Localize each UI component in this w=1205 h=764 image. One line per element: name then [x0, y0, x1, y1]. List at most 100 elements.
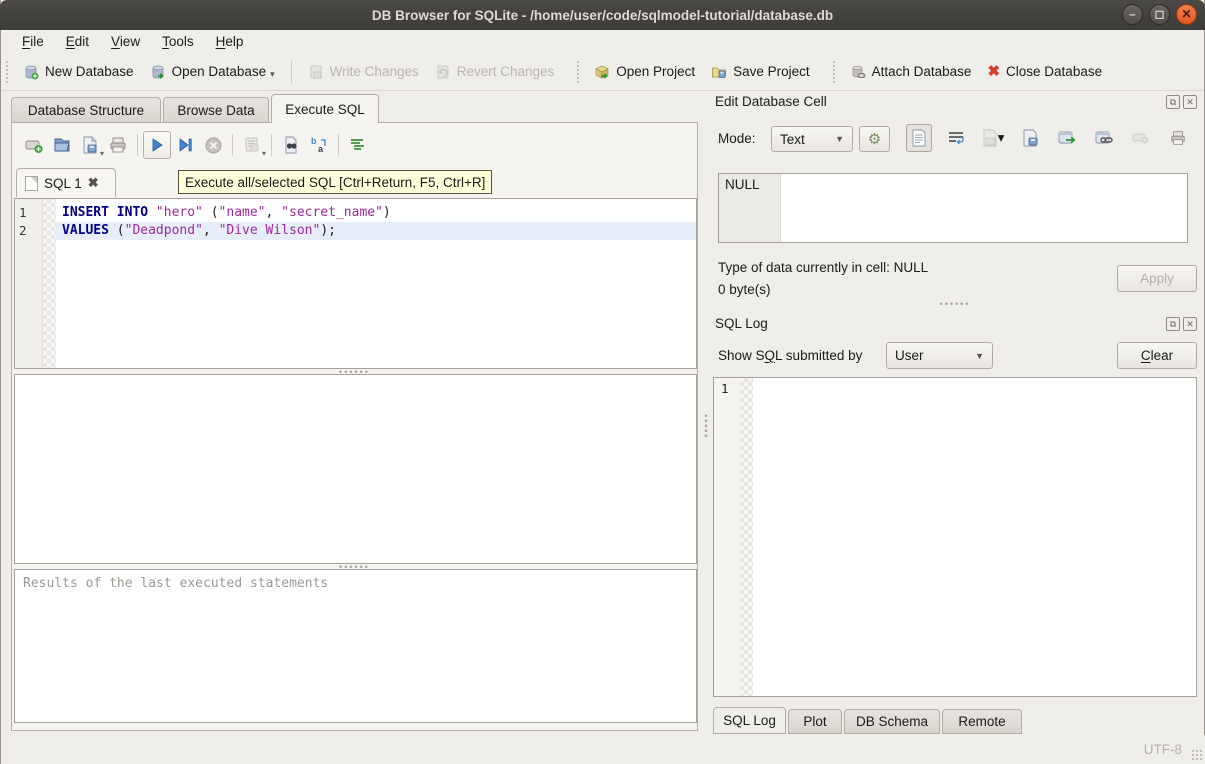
log-filter-select[interactable]: User ▼	[886, 342, 993, 369]
encoding-indicator[interactable]: UTF-8	[1144, 742, 1182, 757]
sql-document-tab[interactable]: SQL 1 ✖	[16, 168, 116, 197]
tab-browse-data[interactable]: Browse Data	[163, 97, 269, 122]
menu-file[interactable]: File	[11, 32, 55, 52]
open-database-button[interactable]: Open Database ▾	[142, 59, 283, 85]
titlebar[interactable]: DB Browser for SQLite - /home/user/code/…	[0, 0, 1205, 30]
chevron-down-icon: ▼	[835, 134, 844, 144]
splitter-handle[interactable]: ••••••	[713, 301, 1197, 306]
results-grid-pane[interactable]	[14, 374, 697, 564]
stop-button[interactable]	[199, 131, 227, 159]
sql-editor[interactable]: 12 INSERT INTO "hero" ("name", "secret_n…	[14, 198, 697, 369]
minimize-icon[interactable]: –	[1122, 4, 1143, 25]
svg-text:b: b	[311, 136, 317, 146]
toolbar-separator	[271, 134, 272, 156]
code-line[interactable]: INSERT INTO "hero" ("name", "secret_name…	[56, 204, 696, 222]
attach-database-button[interactable]: Attach Database	[842, 59, 980, 85]
sql-tab-label: SQL 1	[44, 176, 82, 191]
toolbar-grip[interactable]	[832, 60, 837, 84]
bottom-tab-plot[interactable]: Plot	[788, 709, 842, 734]
tab-label: Execute SQL	[285, 102, 365, 117]
write-changes-button[interactable]: Write Changes	[300, 59, 427, 85]
results-output-pane[interactable]: Results of the last executed statements	[14, 569, 697, 723]
menu-edit[interactable]: Edit	[55, 32, 100, 52]
write-changes-icon	[308, 64, 324, 80]
bottom-tab-db-schema[interactable]: DB Schema	[844, 709, 940, 734]
toolbar-separator	[232, 134, 233, 156]
database-open-icon	[150, 64, 166, 80]
maximize-icon[interactable]: ◻	[1149, 4, 1170, 25]
execute-current-line-button[interactable]	[171, 131, 199, 159]
print-button[interactable]	[104, 131, 132, 159]
menu-help[interactable]: Help	[205, 32, 255, 52]
cell-null-indicator: NULL	[719, 174, 781, 242]
save-project-label: Save Project	[733, 64, 810, 79]
menu-view[interactable]: View	[100, 32, 151, 52]
mode-select[interactable]: Text ▼	[771, 126, 853, 152]
line-number: 2	[15, 222, 42, 240]
document-icon	[25, 176, 38, 191]
bottom-tab-remote[interactable]: Remote	[942, 709, 1022, 734]
clear-label: Clear	[1141, 348, 1173, 363]
resize-grip[interactable]	[1191, 749, 1203, 761]
save-sql-file-button[interactable]: ▾	[76, 131, 104, 159]
apply-button[interactable]: Apply	[1117, 265, 1197, 292]
save-results-button[interactable]: ▾	[238, 131, 266, 159]
copy-url-button[interactable]	[1091, 124, 1117, 152]
open-project-button[interactable]: Open Project	[586, 59, 703, 85]
clear-log-button[interactable]: Clear	[1117, 342, 1197, 369]
tab-execute-sql[interactable]: Execute SQL	[271, 94, 379, 123]
save-project-icon	[711, 64, 727, 80]
save-project-button[interactable]: Save Project	[703, 59, 818, 85]
open-sql-file-button[interactable]	[48, 131, 76, 159]
revert-changes-button[interactable]: Revert Changes	[427, 59, 563, 85]
format-sql-button[interactable]	[344, 131, 372, 159]
auto-switch-mode-button[interactable]: ⚙	[859, 126, 890, 152]
toolbar-grip[interactable]	[5, 60, 10, 84]
execute-sql-button[interactable]	[143, 131, 171, 159]
cell-value-editor[interactable]: NULL	[718, 173, 1188, 243]
apply-label: Apply	[1140, 271, 1174, 286]
import-data-button[interactable]: ▾	[980, 124, 1006, 152]
tooltip-text: Execute all/selected SQL [Ctrl+Return, F…	[185, 175, 485, 190]
statusbar: UTF-8	[1, 735, 1205, 764]
chevron-down-icon: ▼	[975, 351, 984, 361]
log-filter-label: Show SQL submitted by	[718, 348, 862, 363]
code-line[interactable]: VALUES ("Deadpond", "Dive Wilson");	[56, 222, 696, 240]
find-button[interactable]	[277, 131, 305, 159]
new-database-button[interactable]: New Database	[15, 59, 142, 85]
log-text-area[interactable]	[753, 378, 1196, 696]
tab-label: Browse Data	[177, 103, 254, 118]
mode-label: Mode:	[718, 131, 756, 146]
new-sql-tab-button[interactable]	[20, 131, 48, 159]
chevron-down-icon[interactable]: ▾	[270, 69, 275, 80]
print-cell-button[interactable]	[1165, 124, 1191, 152]
close-database-label: Close Database	[1006, 64, 1102, 79]
word-wrap-button[interactable]	[943, 124, 969, 152]
open-in-external-app-button[interactable]	[1054, 124, 1080, 152]
set-null-button[interactable]	[1128, 124, 1154, 152]
revert-changes-icon	[435, 64, 451, 80]
bottom-tab-sql-log[interactable]: SQL Log	[713, 707, 786, 734]
text-document-button[interactable]	[906, 124, 932, 152]
float-dock-icon[interactable]: ⧉	[1166, 95, 1180, 109]
toolbar-grip[interactable]	[576, 60, 581, 84]
vertical-splitter-handle[interactable]: •••••	[701, 122, 711, 731]
close-database-button[interactable]: ✖ Close Database	[979, 59, 1110, 85]
export-data-button[interactable]	[1017, 124, 1043, 152]
close-tab-icon[interactable]: ✖	[88, 175, 99, 191]
menu-tools[interactable]: Tools	[151, 32, 205, 52]
cell-text-area[interactable]	[781, 174, 1187, 242]
chevron-down-icon[interactable]: ▾	[262, 149, 266, 158]
sql-log-view[interactable]: 1	[713, 377, 1197, 697]
new-database-label: New Database	[45, 64, 134, 79]
replace-button[interactable]: ba	[305, 131, 333, 159]
tab-database-structure[interactable]: Database Structure	[11, 97, 161, 122]
toolbar-separator	[137, 134, 138, 156]
close-dock-icon[interactable]: ✕	[1183, 317, 1197, 331]
editor-code[interactable]: INSERT INTO "hero" ("name", "secret_name…	[56, 199, 696, 368]
close-dock-icon[interactable]: ✕	[1183, 95, 1197, 109]
float-dock-icon[interactable]: ⧉	[1166, 317, 1180, 331]
close-icon[interactable]: ✕	[1176, 4, 1197, 25]
log-line-number: 1	[721, 381, 729, 396]
toolbar-separator	[291, 60, 292, 84]
